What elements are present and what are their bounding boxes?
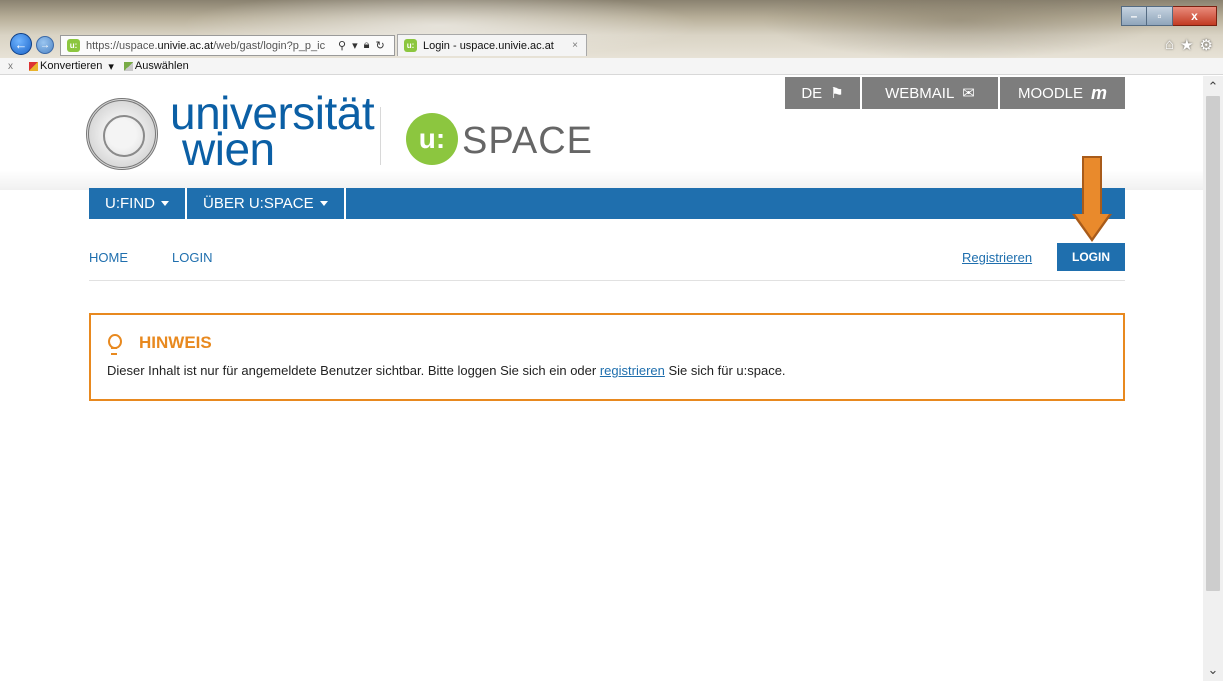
refresh-icon[interactable]: ↻ xyxy=(375,39,384,52)
lock-icon[interactable]: 🔒︎ xyxy=(364,39,370,52)
caret-down-icon xyxy=(161,201,169,206)
select-button[interactable]: Auswählen xyxy=(123,60,189,72)
dropdown-arrow-icon[interactable]: ▾ xyxy=(352,39,358,52)
breadcrumb: HOME LOGIN xyxy=(89,250,212,265)
register-link[interactable]: Registrieren xyxy=(962,250,1032,265)
select-label: Auswählen xyxy=(134,60,189,72)
url-path: /web/gast/login?p_p_ic xyxy=(213,39,326,52)
header-divider xyxy=(89,280,1125,281)
arrow-head-fill xyxy=(1075,214,1109,238)
top-navigation: DE ⚑ WEBMAIL ✉ MOODLE m xyxy=(785,77,1125,109)
select-icon xyxy=(123,61,133,71)
chevron-down-icon[interactable]: ▾ xyxy=(108,60,114,73)
scrollbar-thumb[interactable] xyxy=(1206,96,1220,591)
tab-favicon-icon: u: xyxy=(404,39,417,52)
uspace-logo-text[interactable]: SPACE xyxy=(462,120,593,163)
webmail-button[interactable]: WEBMAIL ✉ xyxy=(860,77,998,109)
scroll-down-icon[interactable]: ⌄ xyxy=(1203,661,1223,679)
nav-about-label: ÜBER U:SPACE xyxy=(203,195,314,212)
browser-tab-login[interactable]: u: Login - uspace.univie.ac.at × xyxy=(397,34,587,56)
maximize-button[interactable]: ▫ xyxy=(1147,6,1173,26)
nav-ufind-label: U:FIND xyxy=(105,195,155,212)
arrow-shaft xyxy=(1082,156,1102,216)
notice-message: Dieser Inhalt ist nur für angemeldete Be… xyxy=(107,363,786,378)
envelope-icon: ✉ xyxy=(962,85,975,102)
annotation-arrow-icon xyxy=(1072,156,1112,244)
tab-title: Login - uspace.univie.ac.at xyxy=(423,39,554,52)
nav-ufind-dropdown[interactable]: U:FIND xyxy=(89,188,187,219)
university-wordmark[interactable]: universität wien xyxy=(170,90,375,172)
login-button[interactable]: LOGIN xyxy=(1057,243,1125,271)
vertical-scrollbar[interactable]: ⌃ ⌄ xyxy=(1203,76,1223,681)
caret-down-icon xyxy=(319,201,328,206)
settings-gear-icon[interactable]: ⚙ xyxy=(1200,36,1213,54)
university-seal-logo[interactable] xyxy=(86,98,158,170)
main-navigation: U:FIND ÜBER U:SPACE xyxy=(89,188,1125,219)
moodle-label: MOODLE xyxy=(1017,84,1083,102)
convert-label: Konvertieren xyxy=(40,60,103,72)
address-url[interactable]: https://uspace.univie.ac.at/web/gast/log… xyxy=(86,40,334,52)
scroll-up-icon[interactable]: ⌃ xyxy=(1203,78,1223,96)
forward-arrow-icon: → xyxy=(40,39,50,51)
webmail-label: WEBMAIL xyxy=(885,84,955,102)
home-icon[interactable]: ⌂ xyxy=(1165,36,1174,54)
notice-box: HINWEIS Dieser Inhalt ist nur für angeme… xyxy=(89,313,1125,401)
tab-close-icon[interactable]: × xyxy=(572,40,578,51)
convert-button[interactable]: Konvertieren ▾ xyxy=(29,60,114,73)
minimize-button[interactable]: – xyxy=(1121,6,1147,26)
back-button[interactable]: ← xyxy=(10,33,32,55)
window-controls: – ▫ x xyxy=(1121,6,1217,26)
close-window-button[interactable]: x xyxy=(1173,6,1217,26)
notice-text-after: Sie sich für u:space. xyxy=(664,363,786,378)
nav-about-uspace-dropdown[interactable]: ÜBER U:SPACE xyxy=(187,188,346,219)
breadcrumb-home[interactable]: HOME xyxy=(89,250,128,265)
command-bar: x Konvertieren ▾ Auswählen xyxy=(0,58,1223,75)
notice-header: HINWEIS xyxy=(107,333,212,355)
favorites-star-icon[interactable]: ★ xyxy=(1180,36,1193,54)
header-shadow xyxy=(0,170,1203,190)
site-favicon-icon: u: xyxy=(67,39,80,52)
search-icon[interactable]: ⚲ xyxy=(338,39,346,52)
pdf-convert-icon xyxy=(29,61,38,71)
url-domain: univie.ac.at xyxy=(157,39,214,52)
moodle-icon: m xyxy=(1091,82,1108,103)
language-label: DE xyxy=(801,84,823,102)
browser-toolbar-icons: ⌂ ★ ⚙ xyxy=(1165,36,1213,54)
address-bar[interactable]: u: https://uspace.univie.ac.at/web/gast/… xyxy=(60,35,395,56)
notice-text-before: Dieser Inhalt ist nur für angemeldete Be… xyxy=(107,363,600,378)
moodle-button[interactable]: MOODLE m xyxy=(998,77,1125,109)
url-prefix: https://uspace. xyxy=(86,39,158,52)
address-bar-icons: ⚲ ▾ 🔒︎ ↻ xyxy=(338,39,385,52)
notice-register-link[interactable]: registrieren xyxy=(600,363,665,378)
flag-icon: ⚑ xyxy=(830,85,844,102)
breadcrumb-login[interactable]: LOGIN xyxy=(172,250,212,265)
command-bar-close-icon[interactable]: x xyxy=(8,61,13,72)
uspace-logo-mark[interactable]: u: xyxy=(406,113,458,165)
lightbulb-icon xyxy=(107,334,122,355)
forward-button[interactable]: → xyxy=(36,36,54,54)
titlebar-background-shade xyxy=(760,0,1160,58)
logo-divider xyxy=(380,107,381,165)
notice-title: HINWEIS xyxy=(139,333,212,352)
language-de-button[interactable]: DE ⚑ xyxy=(785,77,860,109)
back-arrow-icon: ← xyxy=(14,36,28,52)
